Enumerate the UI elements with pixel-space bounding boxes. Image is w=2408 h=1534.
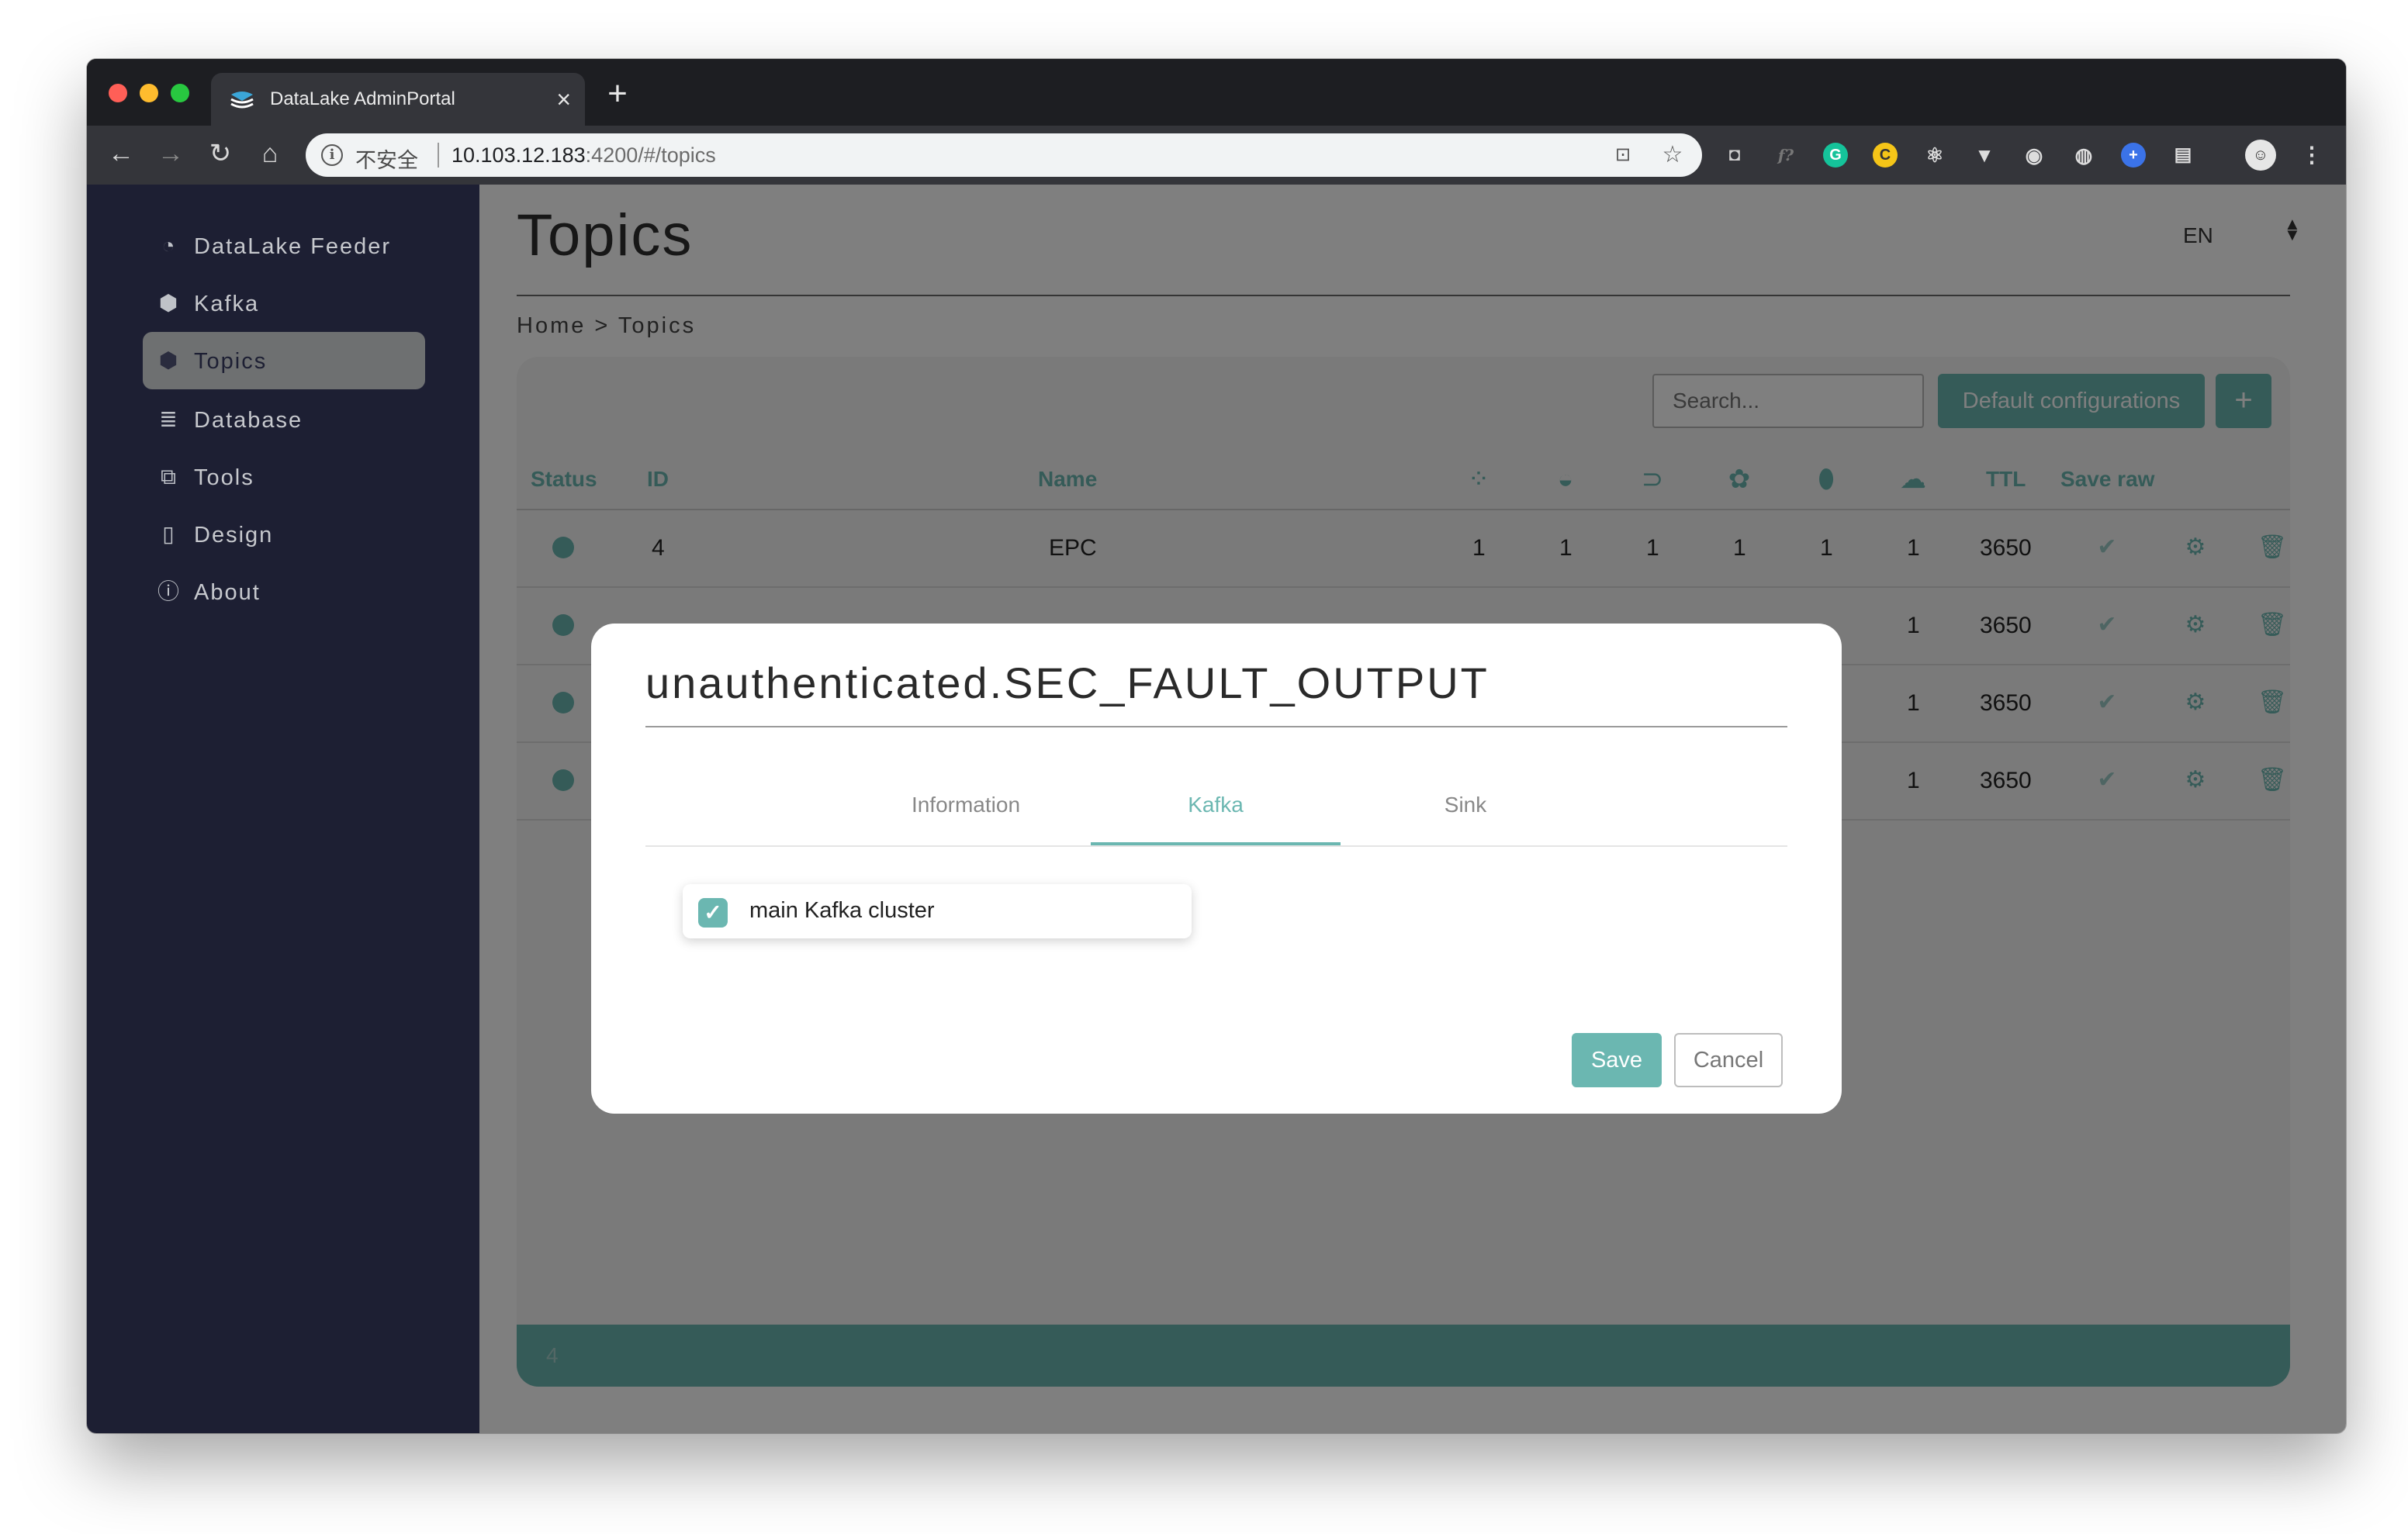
file-icon: ▯ xyxy=(162,522,175,546)
url-text[interactable]: 10.103.12.183:4200/#/topics xyxy=(452,143,716,168)
bookmark-star-icon[interactable]: ☆ xyxy=(1659,141,1687,169)
datalake-logo-icon xyxy=(230,92,254,109)
sidebar-item-database[interactable]: ≣ Database xyxy=(143,391,425,448)
record-icon[interactable]: ◉ xyxy=(2022,143,2046,168)
url-path: :4200/#/topics xyxy=(585,143,716,167)
extension-c-icon[interactable]: C xyxy=(1873,143,1898,168)
sidebar-item-topics[interactable]: ⬢ Topics xyxy=(143,332,425,389)
camera-icon[interactable]: ◘ xyxy=(1722,143,1747,168)
tab-information[interactable]: Information xyxy=(841,793,1091,817)
external-link-icon: ⧉ xyxy=(161,465,176,489)
sidebar-item-label: Design xyxy=(194,523,274,548)
modal-title: unauthenticated.SEC_FAULT_OUTPUT xyxy=(645,658,1489,707)
sidebar-item-design[interactable]: ▯ Design xyxy=(143,506,425,563)
omnibox-divider xyxy=(438,143,439,168)
topic-edit-modal: unauthenticated.SEC_FAULT_OUTPUT Informa… xyxy=(591,624,1842,1114)
browser-tab[interactable]: DataLake AdminPortal × xyxy=(211,73,585,126)
address-bar[interactable]: i 不安全 10.103.12.183:4200/#/topics ⊡ ☆ xyxy=(306,133,1702,177)
page-viewport: ◔ DataLake Feeder ⬢ Kafka ⬢ Topics ≣ Dat… xyxy=(87,185,2346,1433)
info-icon[interactable]: i xyxy=(321,144,343,166)
checkbox-checked-icon[interactable]: ✓ xyxy=(698,898,728,928)
browser-menu-icon[interactable]: ⋮ xyxy=(2299,143,2324,168)
reload-icon[interactable]: ↻ xyxy=(202,135,239,172)
vue-devtools-icon[interactable]: ▼ xyxy=(1972,143,1997,168)
url-host: 10.103.12.183 xyxy=(452,143,586,167)
sidebar-item-label: Kafka xyxy=(194,292,260,316)
sidebar-item-label: Database xyxy=(194,408,303,433)
sidebar-item-kafka[interactable]: ⬢ Kafka xyxy=(143,275,425,332)
tab-kafka[interactable]: Kafka xyxy=(1091,793,1341,817)
security-status: 不安全 xyxy=(355,149,418,172)
sidebar-item-datalake-feeder[interactable]: ◔ DataLake Feeder xyxy=(143,217,425,275)
info-icon: ⓘ xyxy=(157,579,179,603)
active-tab-indicator xyxy=(1091,842,1341,845)
browser-toolbar: ← → ↻ ⌂ i 不安全 10.103.12.183:4200/#/topic… xyxy=(87,126,2346,185)
react-devtools-icon[interactable]: ⚛ xyxy=(1922,143,1947,168)
sync-icon[interactable]: ◍ xyxy=(2071,143,2096,168)
close-window-button[interactable] xyxy=(109,84,127,102)
profile-avatar[interactable]: ☺ xyxy=(2245,140,2276,171)
browser-titlebar: DataLake AdminPortal × + xyxy=(87,59,2346,126)
translate-icon[interactable]: ⊡ xyxy=(1609,141,1637,169)
cube-icon: ⬢ xyxy=(158,291,178,315)
kafka-cluster-option[interactable]: ✓ main Kafka cluster xyxy=(683,884,1192,938)
cancel-button[interactable]: Cancel xyxy=(1674,1033,1783,1087)
home-icon[interactable]: ⌂ xyxy=(251,135,289,172)
sidebar-item-label: Topics xyxy=(194,349,268,374)
tab-sink[interactable]: Sink xyxy=(1341,793,1590,817)
grammarly-icon[interactable]: G xyxy=(1823,143,1848,168)
maximize-window-button[interactable] xyxy=(171,84,189,102)
tab-title: DataLake AdminPortal xyxy=(270,88,455,109)
back-arrow-icon[interactable]: ← xyxy=(102,135,140,172)
tab-close-icon[interactable]: × xyxy=(556,84,571,115)
tabs-divider xyxy=(645,845,1787,847)
minimize-window-button[interactable] xyxy=(140,84,158,102)
forward-arrow-icon[interactable]: → xyxy=(152,135,189,172)
add-extension-icon[interactable]: + xyxy=(2121,143,2146,168)
save-button[interactable]: Save xyxy=(1572,1033,1662,1087)
window-icon[interactable]: ▤ xyxy=(2171,143,2195,168)
new-tab-button[interactable]: + xyxy=(599,76,636,113)
sidebar-item-label: Tools xyxy=(194,465,254,490)
formula-icon[interactable]: f? xyxy=(1773,143,1798,168)
database-icon: ≣ xyxy=(159,407,178,431)
sidebar-item-label: DataLake Feeder xyxy=(194,234,392,259)
sidebar-item-about[interactable]: ⓘ About xyxy=(143,563,425,620)
kafka-cluster-label: main Kafka cluster xyxy=(749,898,935,923)
sidebar-item-label: About xyxy=(194,580,261,605)
cube-icon: ⬢ xyxy=(158,348,178,372)
modal-title-divider xyxy=(645,726,1787,727)
dashboard-icon: ◔ xyxy=(161,233,175,257)
sidebar: ◔ DataLake Feeder ⬢ Kafka ⬢ Topics ≣ Dat… xyxy=(87,185,479,1433)
sidebar-item-tools[interactable]: ⧉ Tools xyxy=(143,448,425,506)
browser-window: DataLake AdminPortal × + ← → ↻ ⌂ i 不安全 1… xyxy=(87,59,2346,1433)
